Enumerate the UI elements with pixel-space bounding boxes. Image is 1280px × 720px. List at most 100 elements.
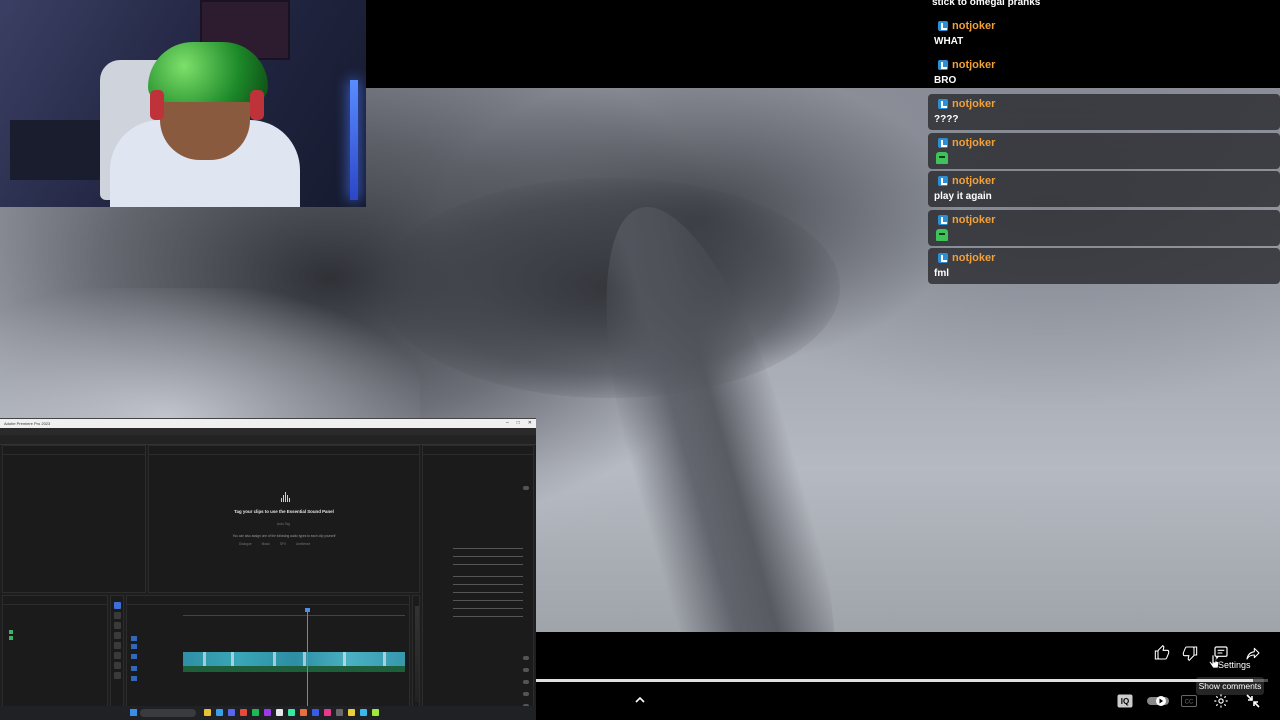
app-icon[interactable] <box>324 709 331 716</box>
audio-type-music[interactable]: Music <box>262 542 270 546</box>
panel-tabs <box>3 596 107 605</box>
playhead[interactable] <box>305 608 310 708</box>
prime-badge-icon <box>938 99 948 109</box>
track-v2[interactable] <box>131 644 177 651</box>
prime-badge-icon <box>938 215 948 225</box>
hand-tool-icon[interactable] <box>114 662 121 669</box>
track-v3[interactable] <box>131 636 177 643</box>
prime-badge-icon <box>938 21 948 31</box>
window-title: Adobe Premiere Pro 2023 <box>4 421 51 426</box>
track-a1[interactable] <box>131 666 177 673</box>
chat-username: notjoker <box>952 214 996 226</box>
app-icon[interactable] <box>240 709 247 716</box>
essential-sound-subtitle: You can also assign one of the following… <box>232 534 336 538</box>
audio-meter <box>412 595 420 707</box>
slider[interactable] <box>453 616 523 617</box>
pen-tool-icon[interactable] <box>114 652 121 659</box>
project-item[interactable] <box>9 636 13 640</box>
spotify-icon[interactable] <box>252 709 259 716</box>
app-icon[interactable] <box>312 709 319 716</box>
settings-button[interactable] <box>1212 692 1230 710</box>
section-toggle[interactable] <box>523 668 529 672</box>
section-toggle[interactable] <box>523 486 529 490</box>
minimize-icon[interactable]: – <box>506 420 509 426</box>
window-titlebar: Adobe Premiere Pro 2023 – □ ✕ <box>0 419 536 428</box>
iq-button[interactable]: IQ <box>1116 693 1134 709</box>
type-tool-icon[interactable] <box>114 672 121 679</box>
captions-button[interactable]: CC <box>1180 694 1198 708</box>
video-clips[interactable] <box>183 652 405 666</box>
expand-button[interactable] <box>632 692 648 708</box>
section-toggle[interactable] <box>523 656 529 660</box>
app-icon[interactable] <box>288 709 295 716</box>
slider[interactable] <box>453 564 523 565</box>
track-a2[interactable] <box>131 676 177 683</box>
autoplay-toggle[interactable] <box>1146 694 1170 708</box>
progress-fill <box>536 679 1254 682</box>
progress-bar[interactable] <box>536 679 1268 682</box>
app-icon[interactable] <box>360 709 367 716</box>
slider[interactable] <box>453 584 523 585</box>
thumbs-up-icon <box>1154 645 1170 660</box>
section-toggle[interactable] <box>523 680 529 684</box>
audio-type-ambience[interactable]: Ambience <box>296 542 310 546</box>
close-icon[interactable]: ✕ <box>528 420 532 426</box>
slider[interactable] <box>453 592 523 593</box>
chat-message-text: BRO <box>934 75 957 86</box>
essential-sound-title: Tag your clips to use the Essential Soun… <box>234 509 334 514</box>
hand-cursor-icon <box>1208 654 1220 669</box>
auto-tag-button[interactable]: Auto-Tag <box>277 522 290 526</box>
windows-start-icon[interactable] <box>130 709 137 716</box>
chat-overlay: stick to omegal pranks notjoker WHAT not… <box>926 0 1280 290</box>
slider[interactable] <box>453 556 523 557</box>
track-select-tool-icon[interactable] <box>114 612 121 619</box>
project-item[interactable] <box>9 630 13 634</box>
prime-badge-icon <box>938 253 948 263</box>
panel-tabs <box>127 596 409 605</box>
svg-text:IQ: IQ <box>1121 697 1129 706</box>
edge-icon[interactable] <box>216 709 223 716</box>
slip-tool-icon[interactable] <box>114 642 121 649</box>
settings-label: Settings <box>1218 660 1251 670</box>
like-button[interactable] <box>1152 643 1172 663</box>
chat-username: notjoker <box>952 59 996 71</box>
chat-message: notjoker <box>928 133 1280 169</box>
audio-type-sfx[interactable]: SFX <box>280 542 286 546</box>
section-toggle[interactable] <box>523 692 529 696</box>
essential-sound-panel[interactable]: Tag your clips to use the Essential Soun… <box>148 445 420 593</box>
app-icon[interactable] <box>372 709 379 716</box>
source-panel[interactable] <box>2 445 146 593</box>
file-explorer-icon[interactable] <box>204 709 211 716</box>
timeline-ruler[interactable] <box>183 610 405 616</box>
lumetri-color-panel[interactable] <box>422 445 534 720</box>
slider[interactable] <box>453 548 523 549</box>
slider[interactable] <box>453 576 523 577</box>
track-v1[interactable] <box>131 654 177 661</box>
chat-username: notjoker <box>952 252 996 264</box>
maximize-icon[interactable]: □ <box>517 420 520 426</box>
discord-icon[interactable] <box>228 709 235 716</box>
webcam-overlay <box>0 0 366 207</box>
razor-tool-icon[interactable] <box>114 632 121 639</box>
audio-type-buttons: Dialogue Music SFX Ambience <box>239 542 310 546</box>
chevron-up-icon <box>635 696 645 703</box>
app-icon[interactable] <box>300 709 307 716</box>
slider[interactable] <box>453 600 523 601</box>
ripple-edit-tool-icon[interactable] <box>114 622 121 629</box>
project-panel[interactable] <box>2 595 108 707</box>
slider[interactable] <box>453 608 523 609</box>
timeline-panel[interactable] <box>126 595 410 708</box>
autoplay-toggle-icon <box>1147 696 1169 706</box>
app-icon[interactable] <box>336 709 343 716</box>
prime-badge-icon <box>938 60 948 70</box>
audio-type-dialogue[interactable]: Dialogue <box>239 542 252 546</box>
taskbar-search[interactable] <box>140 709 196 717</box>
app-icon[interactable] <box>348 709 355 716</box>
selection-tool-icon[interactable] <box>114 602 121 609</box>
dislike-button[interactable] <box>1180 643 1200 663</box>
premiere-icon[interactable] <box>264 709 271 716</box>
chrome-icon[interactable] <box>276 709 283 716</box>
audio-clips[interactable] <box>183 666 405 672</box>
chat-message: notjoker play it again <box>928 171 1280 207</box>
exit-fullscreen-button[interactable] <box>1244 692 1262 710</box>
